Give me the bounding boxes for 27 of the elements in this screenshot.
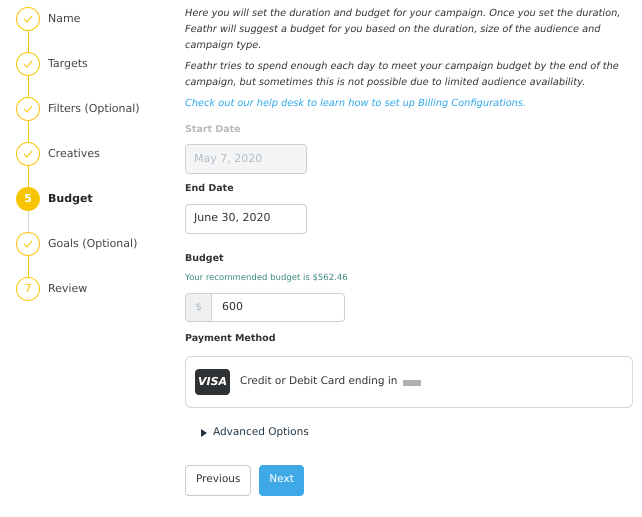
field-label: Payment Method xyxy=(185,332,277,346)
step-label[interactable]: Goals (Optional) xyxy=(48,232,138,256)
intro-paragraph: Feathr tries to spend enough each day to meet your campaign budget by the end of the campaign, but sometimes this is not possible due to limited audience availability. xyxy=(185,60,620,90)
step-label[interactable]: Name xyxy=(48,7,80,31)
step-number-badge: 5 xyxy=(16,187,40,211)
field-label: Budget xyxy=(185,252,225,266)
currency-prefix: $ xyxy=(186,294,212,320)
step-label[interactable]: Creatives xyxy=(48,142,100,166)
date-field[interactable]: June 30, 2020 xyxy=(185,204,307,234)
previous-button[interactable]: Previous xyxy=(185,464,252,496)
advanced-options-toggle[interactable]: Advanced Options xyxy=(201,424,309,440)
step-label[interactable]: Filters (Optional) xyxy=(48,97,140,121)
step-label[interactable]: Targets xyxy=(48,52,88,76)
caret-right-icon xyxy=(201,428,207,437)
recommended-budget-hint: Your recommended budget is $562.46 xyxy=(185,272,349,284)
field-label: Start Date xyxy=(185,123,242,137)
budget-value: 600 xyxy=(221,298,243,315)
card-logo: VISA xyxy=(195,368,230,395)
budget-field[interactable]: $ 600 xyxy=(185,292,345,322)
step-label[interactable]: Budget xyxy=(48,187,93,211)
payment-card[interactable]: VISA Credit or Debit Card ending in xyxy=(185,356,633,408)
masked-digits-icon xyxy=(403,380,422,386)
step-label[interactable]: Review xyxy=(48,277,88,301)
intro-paragraph: Here you will set the duration and budget for your campaign. Once you set the duration, Feathr will suggest a budget for you based on the duration, size of the audience and campaign type. xyxy=(185,7,622,53)
card-description: Credit or Debit Card ending in xyxy=(240,374,398,389)
field-label: End Date xyxy=(185,182,235,196)
step-number-badge: 7 xyxy=(16,277,40,301)
